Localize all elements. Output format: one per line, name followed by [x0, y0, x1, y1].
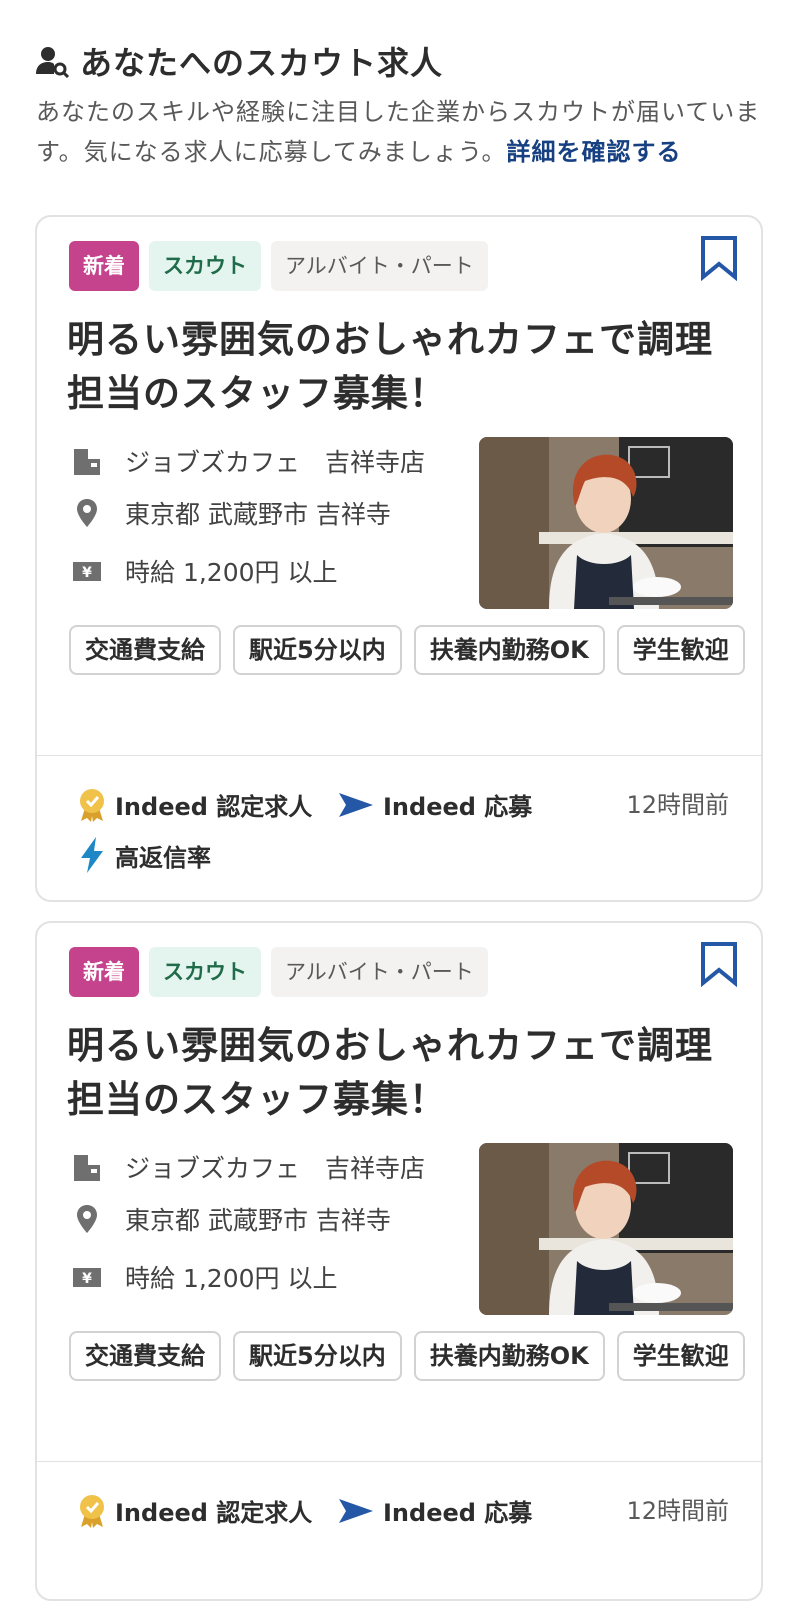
salary-row: ¥ 時給 1,200円 以上 — [71, 1259, 451, 1295]
job-type-badge: アルバイト・パート — [271, 947, 488, 997]
location-pin-icon — [77, 1205, 97, 1233]
feature-tag: 学生歓迎 — [616, 625, 745, 675]
job-photo — [479, 1143, 733, 1315]
card-divider — [37, 755, 761, 756]
certified-label: Indeed 認定求人 — [115, 793, 313, 821]
high-response-row: 高返信率 — [77, 837, 211, 873]
job-title[interactable]: 明るい雰囲気のおしゃれカフェで調理担当のスタッフ募集！ — [67, 1019, 727, 1127]
apply-label-row: Indeed 応募 — [339, 787, 532, 822]
arrow-send-icon — [339, 1498, 373, 1523]
arrow-send-icon — [339, 792, 373, 817]
feature-tag: 駅近5分以内 — [233, 1331, 402, 1381]
location-pin-icon — [77, 499, 97, 527]
job-salary: 時給 1,200円 以上 — [125, 558, 338, 587]
scout-badge: スカウト — [149, 947, 261, 997]
person-search-icon — [36, 47, 70, 78]
card-divider — [37, 1461, 761, 1462]
location-row: 東京都 武蔵野市 吉祥寺 — [71, 1201, 451, 1237]
job-photo — [479, 437, 733, 609]
feature-tags: 交通費支給 駅近5分以内 扶養内勤務OK 学生歓迎 — [69, 625, 749, 675]
certified-label-row: Indeed 認定求人 — [77, 1493, 312, 1528]
feature-tag: 学生歓迎 — [616, 1331, 745, 1381]
bookmark-icon[interactable] — [699, 235, 739, 281]
lightning-bolt-icon — [81, 837, 103, 873]
bookmark-icon[interactable] — [699, 941, 739, 987]
tag-row: 新着 スカウト アルバイト・パート — [69, 947, 488, 997]
feature-tag: 駅近5分以内 — [233, 625, 402, 675]
feature-tag: 扶養内勤務OK — [413, 625, 605, 675]
tag-row: 新着 スカウト アルバイト・パート — [69, 241, 488, 291]
section-title-row: あなたへのスカウト求人 — [36, 40, 766, 82]
section-description: あなたのスキルや経験に注目した企業からスカウトが届いています。気になる求人に応募… — [36, 92, 766, 172]
yen-icon: ¥ — [73, 562, 101, 581]
job-type-badge: アルバイト・パート — [271, 241, 488, 291]
job-salary: 時給 1,200円 以上 — [125, 1264, 338, 1293]
award-badge-icon — [80, 788, 104, 822]
section-header: あなたへのスカウト求人 あなたのスキルや経験に注目した企業からスカウトが届いてい… — [36, 40, 766, 172]
salary-row: ¥ 時給 1,200円 以上 — [71, 553, 451, 589]
job-title[interactable]: 明るい雰囲気のおしゃれカフェで調理担当のスタッフ募集！ — [67, 313, 727, 421]
apply-label: Indeed 応募 — [383, 1499, 533, 1527]
apply-label-row: Indeed 応募 — [339, 1493, 532, 1528]
company-row: ジョブズカフェ 吉祥寺店 — [71, 1149, 451, 1185]
new-badge: 新着 — [69, 241, 139, 291]
job-card[interactable]: 新着 スカウト アルバイト・パート 明るい雰囲気のおしゃれカフェで調理担当のスタ… — [35, 921, 763, 1601]
building-icon — [74, 449, 100, 475]
feature-tag: 扶養内勤務OK — [413, 1331, 605, 1381]
company-name: ジョブズカフェ 吉祥寺店 — [125, 448, 426, 477]
feature-tag: 交通費支給 — [69, 625, 221, 675]
job-location: 東京都 武蔵野市 吉祥寺 — [125, 500, 391, 529]
new-badge: 新着 — [69, 947, 139, 997]
posted-time: 12時間前 — [626, 791, 729, 819]
yen-icon: ¥ — [73, 1268, 101, 1287]
company-name: ジョブズカフェ 吉祥寺店 — [125, 1154, 426, 1183]
feature-tags: 交通費支給 駅近5分以内 扶養内勤務OK 学生歓迎 — [69, 1331, 749, 1381]
job-card[interactable]: 新着 スカウト アルバイト・パート 明るい雰囲気のおしゃれカフェで調理担当のスタ… — [35, 215, 763, 902]
posted-time: 12時間前 — [626, 1497, 729, 1525]
scout-badge: スカウト — [149, 241, 261, 291]
svg-text:¥: ¥ — [82, 1271, 92, 1287]
high-response-label: 高返信率 — [115, 843, 211, 872]
svg-text:¥: ¥ — [82, 565, 92, 581]
feature-tag: 交通費支給 — [69, 1331, 221, 1381]
details-link[interactable]: 詳細を確認する — [506, 138, 681, 166]
certified-label-row: Indeed 認定求人 — [77, 787, 312, 822]
company-row: ジョブズカフェ 吉祥寺店 — [71, 443, 451, 479]
job-location: 東京都 武蔵野市 吉祥寺 — [125, 1206, 391, 1235]
certified-label: Indeed 認定求人 — [115, 1499, 313, 1527]
location-row: 東京都 武蔵野市 吉祥寺 — [71, 495, 451, 531]
award-badge-icon — [80, 1494, 104, 1528]
section-title: あなたへのスカウト求人 — [80, 44, 444, 82]
apply-label: Indeed 応募 — [383, 793, 533, 821]
building-icon — [74, 1155, 100, 1181]
